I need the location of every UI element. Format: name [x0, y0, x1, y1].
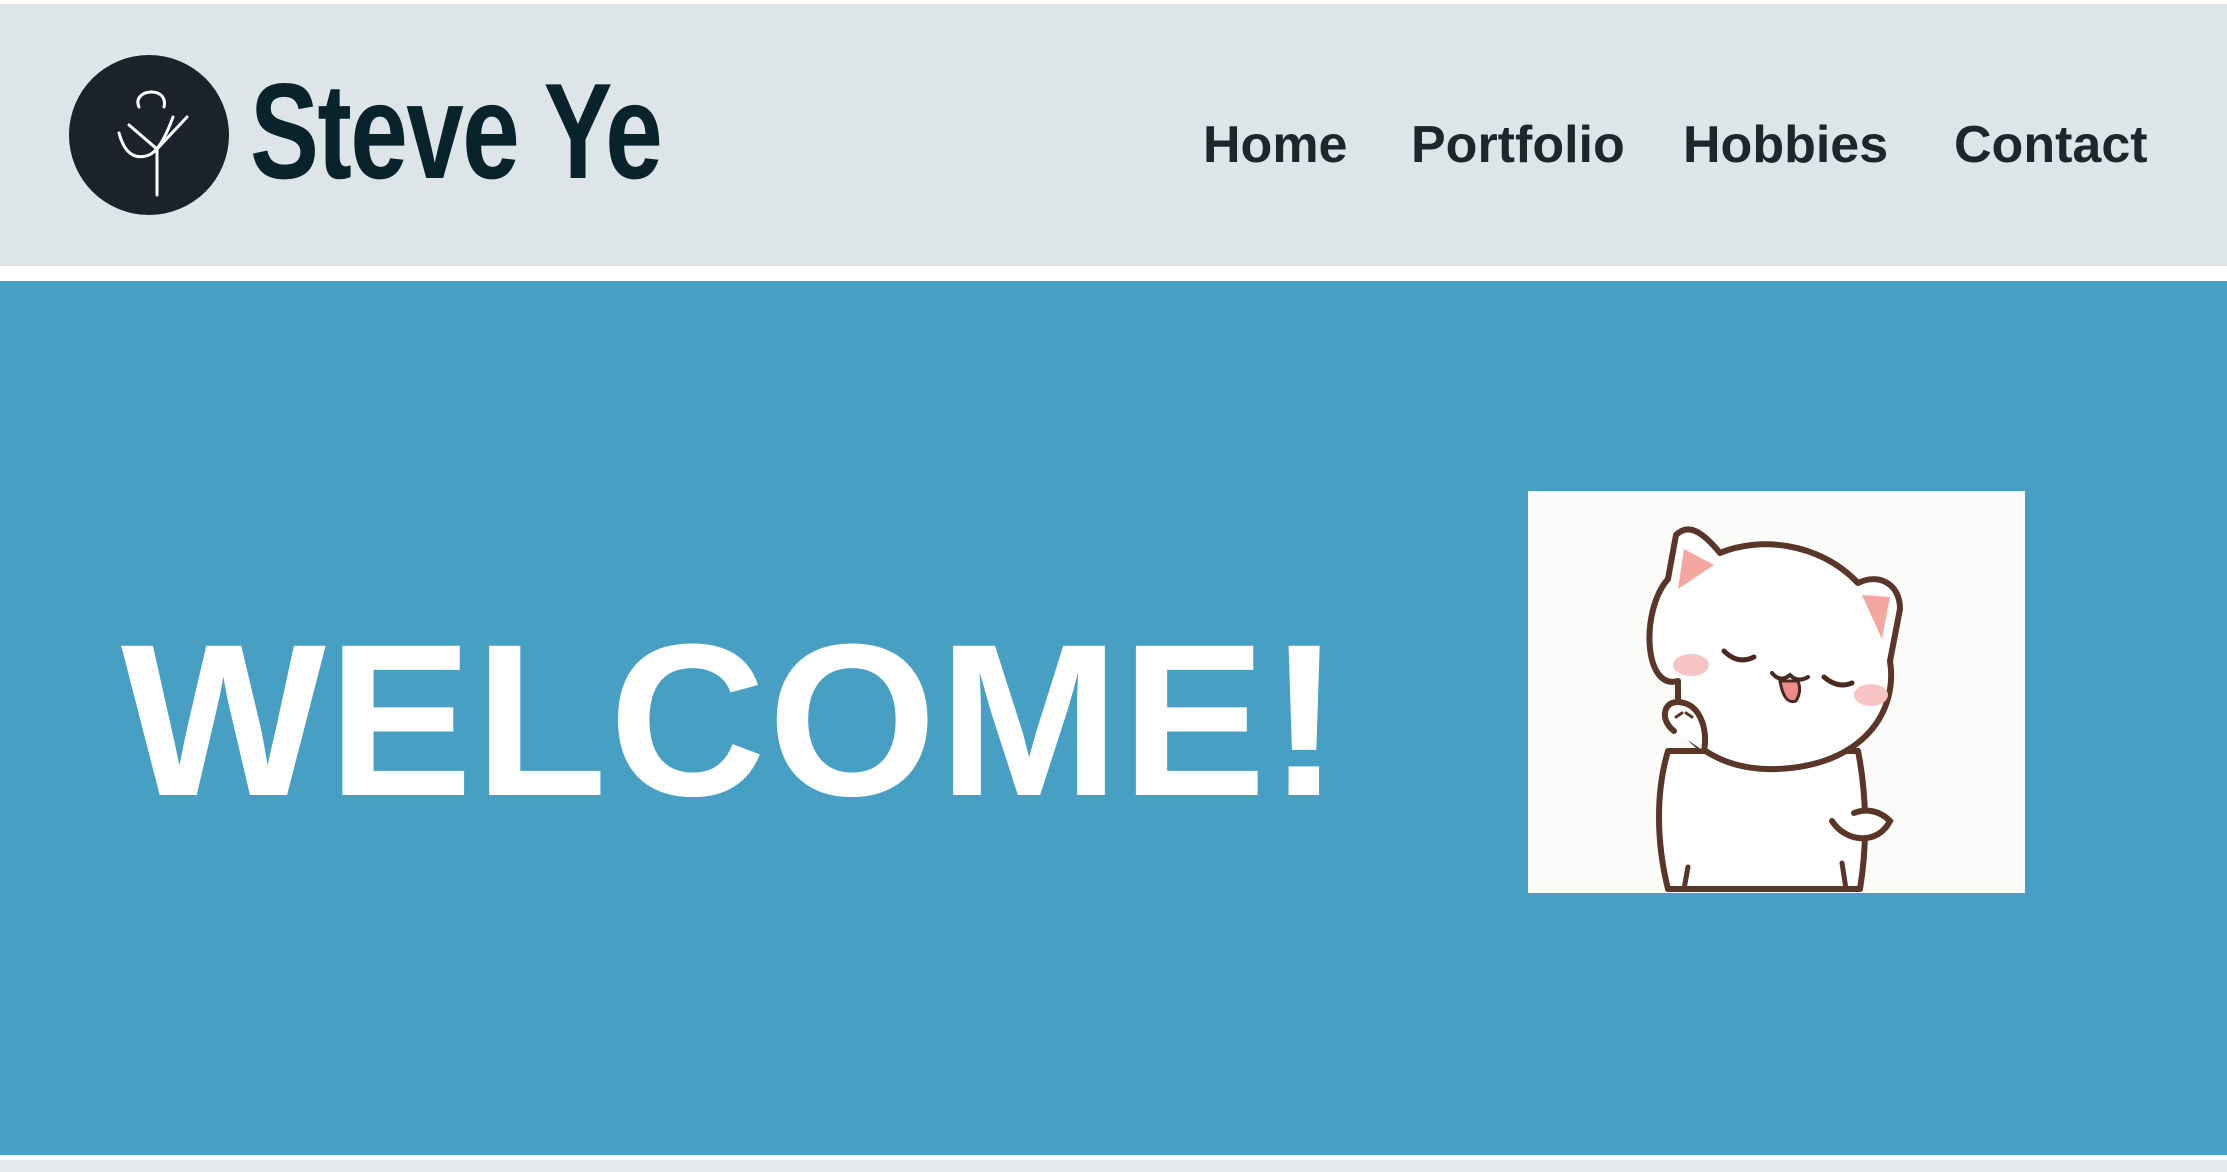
nav-contact-link[interactable]: Contact: [1954, 110, 2148, 180]
nav-hobbies-link[interactable]: Hobbies: [1683, 110, 1888, 180]
nav-home-link[interactable]: Home: [1203, 110, 1347, 180]
site-header: Steve Ye Home Portfolio Hobbies Contact: [0, 4, 2227, 266]
page: Steve Ye Home Portfolio Hobbies Contact …: [0, 0, 2227, 1172]
sy-logo-icon[interactable]: [69, 55, 229, 215]
hero-section: WELCOME!: [0, 281, 2227, 1155]
nav-portfolio-link[interactable]: Portfolio: [1411, 110, 1625, 180]
brand-name[interactable]: Steve Ye: [250, 56, 663, 206]
welcome-heading: WELCOME!: [121, 599, 1343, 841]
waving-cat-image: [1528, 491, 2025, 893]
bottom-divider: [0, 1160, 2227, 1172]
